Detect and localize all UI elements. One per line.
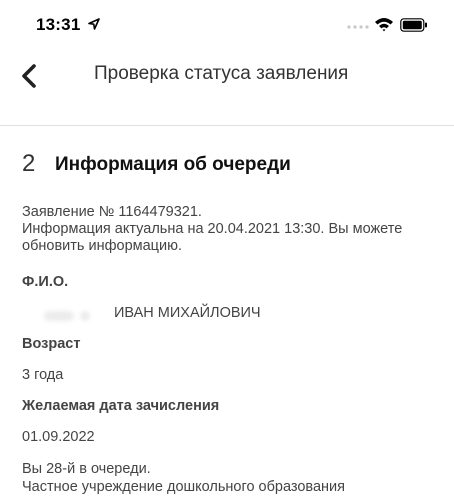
cellular-signal-icon xyxy=(347,25,369,29)
back-button[interactable] xyxy=(14,60,46,92)
fio-label: Ф.И.О. xyxy=(22,274,69,290)
status-bar: 13:31 xyxy=(0,0,454,52)
info-actuality-text: Информация актуальна на 20.04.2021 13:30… xyxy=(22,221,403,237)
page-title: Проверка статуса заявления xyxy=(94,63,349,84)
queue-info: Вы 28-й в очереди. Частное учреждение до… xyxy=(22,460,442,496)
application-info: Заявление № 1164479321. Информация актуа… xyxy=(22,204,442,255)
location-arrow-icon xyxy=(88,18,100,30)
enrollment-date-value: 01.09.2022 xyxy=(22,429,95,445)
enrollment-date-label: Желаемая дата зачисления xyxy=(22,398,220,414)
institution-type: Частное учреждение дошкольного образован… xyxy=(22,479,345,495)
step-number: 2 xyxy=(22,150,36,177)
wifi-icon xyxy=(375,18,393,32)
age-value: 3 года xyxy=(22,367,64,383)
section-header: 2 Информация об очереди xyxy=(22,150,442,182)
section-title: Информация об очереди xyxy=(55,154,291,175)
application-number: Заявление № 1164479321. xyxy=(22,204,202,220)
battery-icon xyxy=(400,18,427,32)
navigation-bar: Проверка статуса заявления xyxy=(0,52,454,96)
queue-position: Вы 28-й в очереди. xyxy=(22,461,151,477)
fio-value: ИВАН МИХАЙЛОВИЧ xyxy=(114,305,261,321)
status-time: 13:31 xyxy=(36,15,81,34)
redacted-name xyxy=(44,307,112,321)
age-label: Возраст xyxy=(22,336,81,352)
refresh-info-text: обновить информацию. xyxy=(22,238,182,254)
divider xyxy=(0,125,454,126)
